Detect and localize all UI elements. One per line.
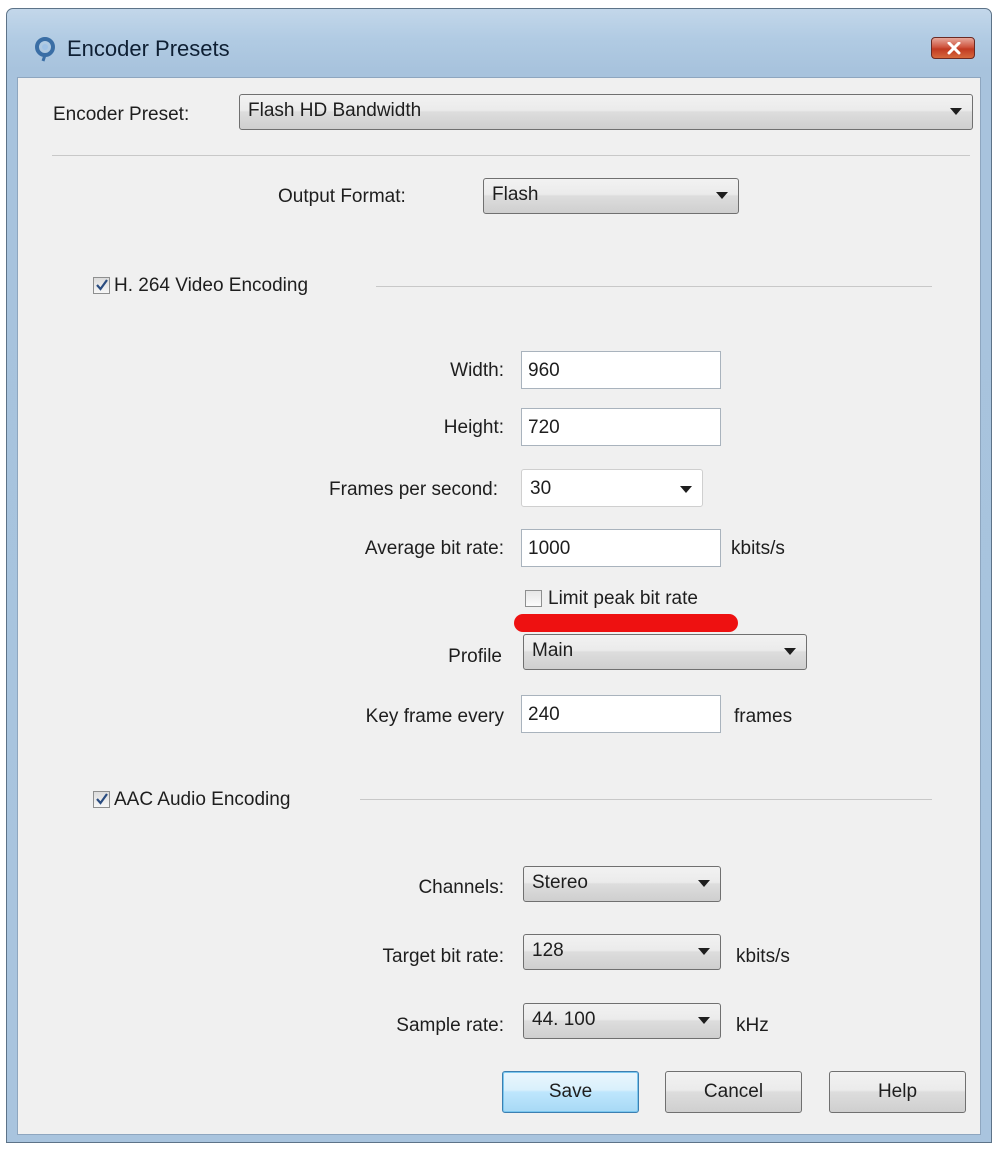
- profile-value: Main: [532, 640, 574, 661]
- checkmark-icon: [96, 279, 108, 291]
- limit-peak-checkbox[interactable]: [525, 590, 542, 607]
- sample-rate-unit: kHz: [736, 1015, 769, 1036]
- profile-dropdown[interactable]: Main: [523, 634, 807, 670]
- chevron-down-icon: [698, 880, 710, 887]
- encoder-presets-window: Encoder Presets Encoder Preset: Flash HD…: [6, 8, 992, 1143]
- close-x-icon: [947, 42, 961, 55]
- output-format-value: Flash: [492, 184, 539, 205]
- chevron-down-icon: [680, 486, 692, 493]
- keyframe-label: Key frame every: [365, 706, 504, 727]
- output-format-dropdown[interactable]: Flash: [483, 178, 739, 214]
- encoder-preset-dropdown[interactable]: Flash HD Bandwidth: [239, 94, 973, 130]
- aac-audio-checkbox[interactable]: [93, 791, 110, 808]
- sample-rate-dropdown[interactable]: 44. 100: [523, 1003, 721, 1039]
- limit-peak-label: Limit peak bit rate: [548, 588, 698, 609]
- sample-rate-label: Sample rate:: [396, 1015, 504, 1036]
- close-button[interactable]: [931, 37, 975, 59]
- keyframe-input[interactable]: 240: [521, 695, 721, 733]
- encoder-preset-label: Encoder Preset:: [53, 104, 190, 125]
- target-bitrate-unit: kbits/s: [736, 946, 790, 967]
- chevron-down-icon: [698, 1017, 710, 1024]
- width-input[interactable]: 960: [521, 351, 721, 389]
- fps-value: 30: [530, 478, 552, 499]
- window-title: Encoder Presets: [67, 36, 230, 61]
- h264-video-label: H. 264 Video Encoding: [114, 275, 309, 296]
- chevron-down-icon: [716, 192, 728, 199]
- app-swirl-icon: [32, 36, 58, 62]
- keyframe-value: 240: [528, 704, 560, 725]
- keyframe-unit: frames: [734, 706, 793, 727]
- width-value: 960: [528, 360, 560, 381]
- avg-bitrate-value: 1000: [528, 538, 571, 559]
- channels-value: Stereo: [532, 872, 588, 893]
- aac-audio-label: AAC Audio Encoding: [114, 789, 291, 810]
- section-divider: [376, 286, 932, 287]
- target-bitrate-dropdown[interactable]: 128: [523, 934, 721, 970]
- help-button[interactable]: Help: [829, 1071, 966, 1113]
- fps-label: Frames per second:: [329, 479, 498, 500]
- target-bitrate-value: 128: [532, 940, 564, 961]
- channels-label: Channels:: [418, 877, 504, 898]
- avg-bitrate-label: Average bit rate:: [364, 538, 504, 559]
- cancel-button[interactable]: Cancel: [665, 1071, 802, 1113]
- profile-label: Profile: [448, 646, 502, 667]
- title-bar[interactable]: Encoder Presets: [7, 9, 991, 77]
- chevron-down-icon: [950, 108, 962, 115]
- sample-rate-value: 44. 100: [532, 1009, 596, 1030]
- encoder-preset-value: Flash HD Bandwidth: [248, 100, 422, 121]
- height-label: Height:: [443, 417, 504, 438]
- fps-dropdown[interactable]: 30: [521, 469, 703, 507]
- divider: [52, 155, 970, 156]
- height-value: 720: [528, 417, 560, 438]
- save-button[interactable]: Save: [502, 1071, 639, 1113]
- chevron-down-icon: [698, 948, 710, 955]
- section-divider: [360, 799, 932, 800]
- h264-video-checkbox[interactable]: [93, 277, 110, 294]
- width-label: Width:: [450, 360, 504, 381]
- output-format-label: Output Format:: [278, 186, 406, 207]
- target-bitrate-label: Target bit rate:: [382, 946, 504, 967]
- red-highlight-annotation: [514, 614, 738, 632]
- avg-bitrate-input[interactable]: 1000: [521, 529, 721, 567]
- chevron-down-icon: [784, 648, 796, 655]
- channels-dropdown[interactable]: Stereo: [523, 866, 721, 902]
- dialog-client-area: Encoder Preset: Flash HD Bandwidth Outpu…: [17, 77, 981, 1135]
- avg-bitrate-unit: kbits/s: [731, 538, 785, 559]
- height-input[interactable]: 720: [521, 408, 721, 446]
- checkmark-icon: [96, 793, 108, 805]
